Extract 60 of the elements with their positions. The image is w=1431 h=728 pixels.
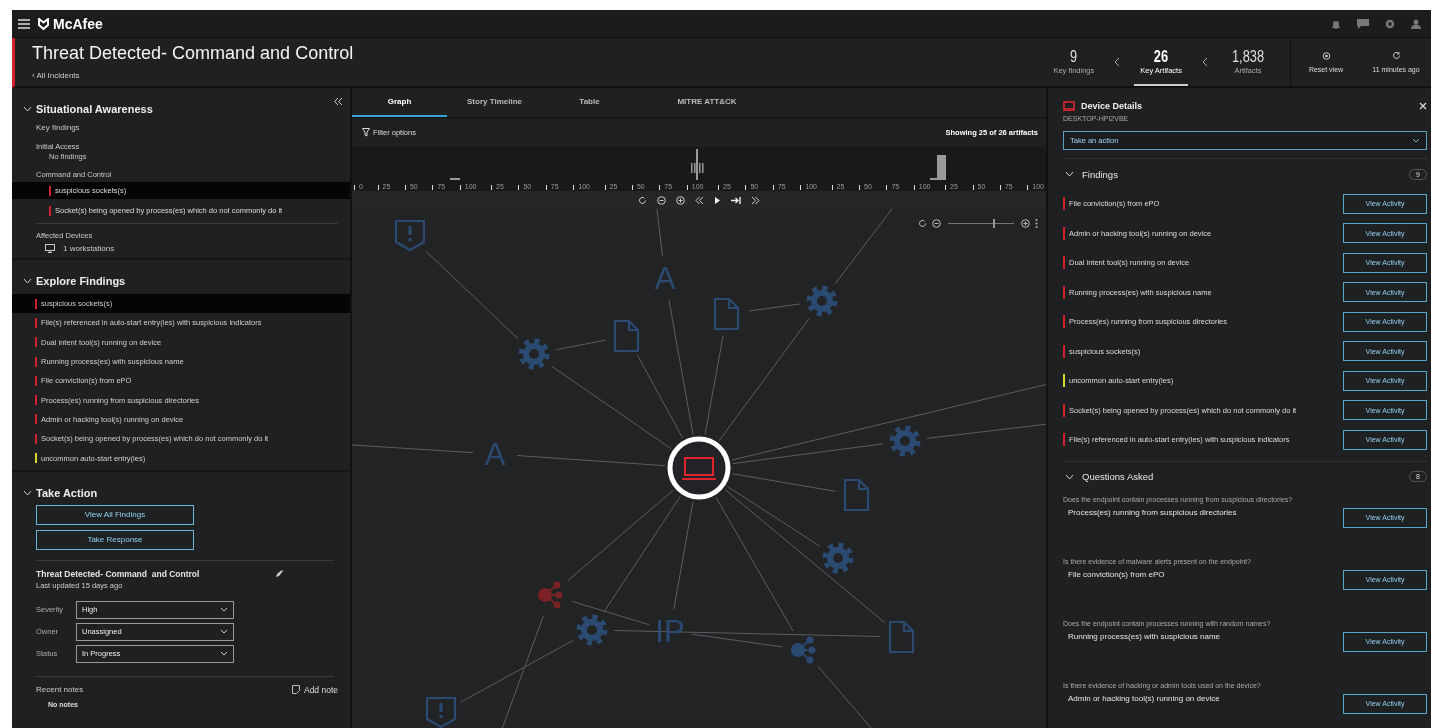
refresh-icon — [1391, 51, 1401, 60]
fit-icon[interactable] — [918, 219, 927, 228]
zoom-out-icon[interactable] — [932, 219, 941, 228]
pencil-icon[interactable] — [275, 569, 284, 579]
key-findings-label: Key findings — [35, 122, 81, 134]
answer-text: Process(es) running from suspicious directories — [1067, 506, 1237, 517]
chevron-left-icon — [1201, 57, 1208, 67]
answer-text: Admin or hacking tool(s) running on device — [1067, 692, 1220, 703]
graph-edge — [817, 666, 873, 728]
add-note-link[interactable]: Add note — [291, 684, 338, 695]
panel-title: Device Details — [1081, 101, 1143, 111]
user-icon[interactable] — [1411, 18, 1421, 29]
more-icon[interactable] — [1035, 219, 1038, 228]
back-link[interactable]: ‹ All Incidents — [32, 71, 1048, 80]
app-logo: McAfee — [53, 15, 103, 32]
section-header[interactable]: Explore Findings — [12, 260, 350, 294]
fast-forward-icon[interactable] — [751, 195, 760, 205]
laptop-icon — [1063, 101, 1075, 111]
action-button[interactable]: Take Response — [36, 529, 194, 550]
monitor-icon — [45, 244, 55, 253]
rewind-icon[interactable] — [695, 195, 704, 205]
chevron-left-icon — [1114, 57, 1121, 67]
caret-icon — [220, 629, 228, 635]
caret-icon — [220, 651, 228, 657]
view-tab[interactable]: Graph — [352, 88, 447, 117]
chat-icon[interactable] — [1357, 18, 1369, 29]
answer-text: Running process(es) with suspicious name — [1067, 630, 1221, 641]
play-icon[interactable] — [714, 195, 721, 205]
graph-edge — [656, 209, 663, 257]
menu-icon[interactable] — [18, 18, 30, 29]
skip-end-icon[interactable] — [731, 195, 741, 205]
slider-thumb[interactable] — [993, 219, 996, 228]
graph-edge — [748, 303, 801, 312]
answer-text: File conviction(s) from ePO — [1067, 568, 1165, 579]
filter-icon — [362, 128, 370, 137]
close-icon[interactable] — [1419, 102, 1427, 110]
section-header[interactable]: Situational Awareness — [12, 88, 350, 121]
reset-icon[interactable] — [638, 195, 647, 205]
action-button[interactable]: View All Findings — [36, 504, 194, 525]
zoom-in-icon[interactable] — [1021, 219, 1030, 228]
caret-icon — [220, 607, 228, 613]
collapse-icon[interactable] — [333, 97, 343, 106]
incident-title: Threat Detected- Command and Control — [32, 42, 355, 65]
bell-icon[interactable] — [1331, 18, 1341, 29]
view-tab[interactable]: Table — [542, 88, 637, 117]
zoom-out-icon[interactable] — [657, 195, 666, 205]
incident-name: Threat Detected- Command and Control — [36, 568, 200, 579]
shield-logo-icon — [38, 17, 49, 30]
view-tab[interactable]: Story Timeline — [447, 88, 542, 117]
device-count[interactable]: 1 workstations — [63, 244, 115, 253]
caret-icon — [1412, 138, 1420, 143]
graph-edge — [555, 339, 606, 351]
note-icon — [291, 685, 300, 695]
laptop-node[interactable] — [667, 436, 731, 500]
notes-label: Recent notes — [36, 684, 84, 695]
zoom-in-icon[interactable] — [676, 195, 685, 205]
view-tab[interactable]: MITRE ATT&CK — [637, 88, 777, 117]
section-header[interactable]: Take Action — [12, 471, 350, 505]
eye-icon — [1321, 51, 1331, 60]
settings-icon[interactable] — [1385, 18, 1395, 29]
